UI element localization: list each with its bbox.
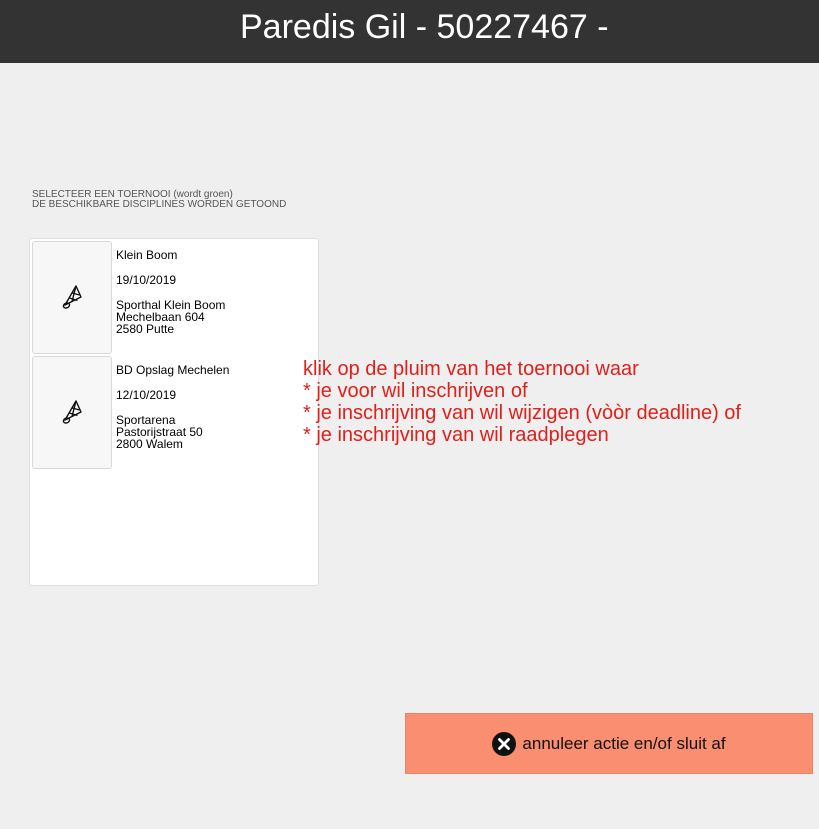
shuttlecock-icon — [62, 399, 82, 424]
instruction-line-2: DE BESCHIKBARE DISCIPLINES WORDEN GETOON… — [32, 199, 287, 210]
instructions: SELECTEER EEN TOERNOOI (wordt groen) DE … — [32, 190, 286, 210]
help-note-line: * je inschrijving van wil wijzigen (vòòr… — [303, 402, 741, 424]
venue-line: 2580 Putte — [116, 322, 175, 336]
help-note: klik op de pluim van het toernooi waar *… — [303, 358, 741, 446]
close-circle-icon — [492, 731, 517, 756]
help-note-line: * je voor wil inschrijven of — [303, 380, 528, 402]
tournament-name: BD Opslag Mechelen — [116, 363, 230, 377]
tournament-date: 19/10/2019 — [116, 273, 177, 287]
cancel-button-label: annuleer actie en/of sluit af — [522, 733, 726, 753]
tournament-venue: Sporthal Klein Boom Mechelbaan 604 2580 … — [116, 299, 225, 335]
venue-line: 2800 Walem — [116, 437, 183, 451]
help-note-line: klik op de pluim van het toernooi waar — [303, 358, 639, 380]
tournament-item-klein-boom: Klein Boom 19/10/2019 Sporthal Klein Boo… — [30, 240, 318, 355]
tournament-select-button[interactable] — [32, 356, 112, 469]
tournament-item-bd-opslag-mechelen: BD Opslag Mechelen 12/10/2019 Sportarena… — [30, 355, 318, 470]
tournament-list: Klein Boom 19/10/2019 Sporthal Klein Boo… — [29, 238, 319, 586]
cancel-close-button[interactable]: annuleer actie en/of sluit af — [405, 713, 813, 774]
help-note-line: * je inschrijving van wil raadplegen — [303, 424, 609, 446]
tournament-select-button[interactable] — [32, 241, 112, 354]
tournament-info: Klein Boom 19/10/2019 Sporthal Klein Boo… — [116, 249, 225, 335]
tournament-info: BD Opslag Mechelen 12/10/2019 Sportarena… — [116, 364, 229, 450]
tournament-name: Klein Boom — [116, 248, 178, 262]
page-title: Paredis Gil - 50227467 - — [240, 8, 609, 46]
tournament-date: 12/10/2019 — [116, 388, 177, 402]
tournament-venue: Sportarena Pastorijstraat 50 2800 Walem — [116, 414, 229, 450]
header-bar: Paredis Gil - 50227467 - — [0, 0, 819, 63]
app-frame: Paredis Gil - 50227467 - SELECTEER EEN T… — [0, 0, 819, 829]
shuttlecock-icon — [62, 284, 82, 309]
